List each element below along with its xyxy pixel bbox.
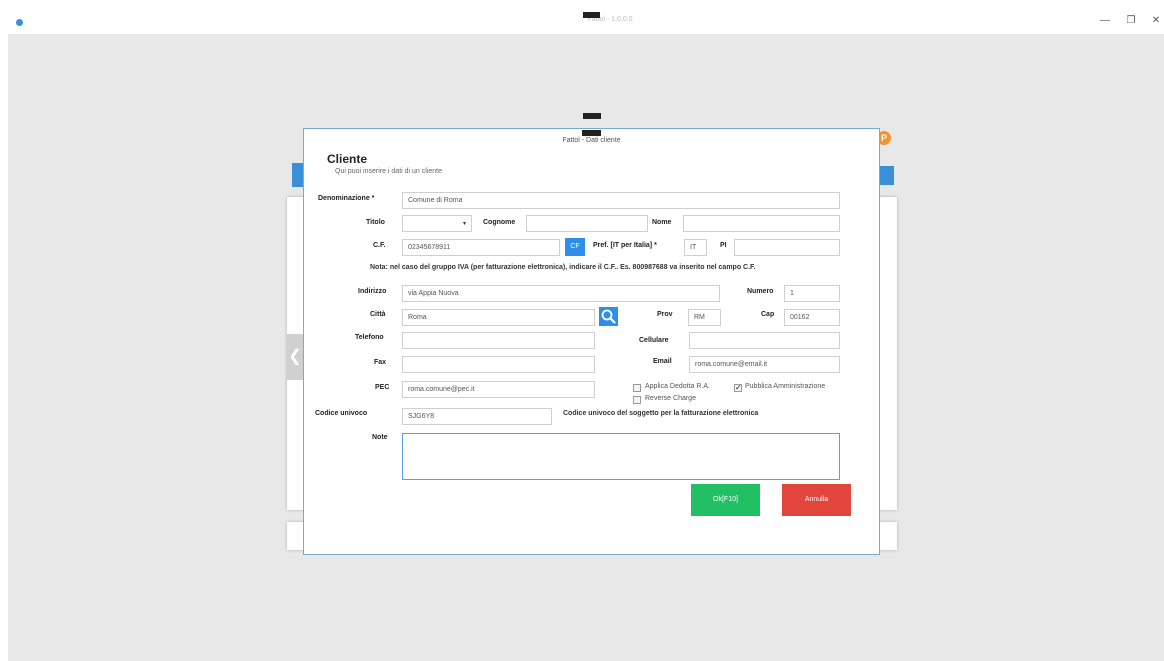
app-icon [16,19,23,26]
titolo-select[interactable]: ▾ [402,215,472,232]
reverse-charge-label: Reverse Charge [645,395,696,402]
cap-label: Cap [761,311,775,318]
indirizzo-label: Indirizzo [358,288,387,295]
page-subtitle: Qui puoi inserire i dati di un cliente [335,168,443,175]
minimize-button[interactable]: — [1095,13,1115,29]
cellulare-label: Cellulare [639,337,669,344]
window-title: Fattol - 1.0.0.0 [587,16,633,23]
redaction-mark [583,113,601,119]
pubblica-amministrazione-label: Pubblica Amministrazione [745,383,826,390]
dialog-title: Fattol - Dati cliente [562,137,621,144]
telefono-input[interactable] [402,332,595,349]
pref-label: Pref. [IT per Italia] * [593,242,657,249]
pec-label: PEC [375,384,390,391]
reverse-charge-checkbox[interactable] [633,396,641,404]
background-tab [880,166,894,185]
cf-button[interactable]: CF [565,238,585,256]
cf-label: C.F. [373,242,386,249]
numero-input[interactable] [784,285,840,302]
redaction-mark [583,12,600,18]
page-title: Cliente [327,152,368,166]
note-label: Note [372,434,388,441]
pi-label: PI [720,242,727,249]
ok-button[interactable]: Ok[F10] [691,484,760,516]
cap-input[interactable] [784,309,840,326]
denominazione-input[interactable] [402,192,840,209]
close-button[interactable]: ✕ [1146,13,1164,29]
note-textarea[interactable] [402,433,840,480]
cognome-label: Cognome [483,219,516,226]
dropdown-arrow-icon: ▾ [462,221,466,227]
indirizzo-input[interactable] [402,285,720,302]
restore-button[interactable]: ❐ [1121,13,1141,29]
search-icon [601,309,616,324]
redaction-mark [582,130,601,136]
numero-label: Numero [747,288,774,295]
search-button[interactable] [599,307,618,326]
email-input[interactable] [689,356,840,373]
telefono-label: Telefono [355,334,384,341]
client-dialog: Fattol - Dati cliente Cliente Qui puoi i… [303,128,880,555]
prov-input[interactable] [688,309,721,326]
app-window: Fattol - 1.0.0.0 — ❐ ✕ ❮ P Fattol - Dati… [0,0,1164,661]
pec-input[interactable] [402,381,595,398]
titolo-label: Titolo [366,219,385,226]
codice-univoco-hint: Codice univoco del soggetto per la fattu… [563,410,759,417]
codice-univoco-label: Codice univoco [315,410,368,417]
codice-univoco-input[interactable] [402,408,552,425]
applica-dedotta-checkbox[interactable] [633,384,641,392]
annulla-button[interactable]: Annulla [782,484,851,516]
citta-input[interactable] [402,309,595,326]
cf-input[interactable] [402,239,560,256]
email-label: Email [653,358,672,365]
pi-input[interactable] [734,239,840,256]
iva-note: Nota: nel caso del gruppo IVA (per fattu… [370,264,756,271]
citta-label: Città [370,311,386,318]
chevron-left-icon[interactable]: ❮ [287,334,303,380]
fax-input[interactable] [402,356,595,373]
nome-input[interactable] [683,215,840,232]
pref-input[interactable] [684,239,707,256]
denominazione-label: Denominazione * [318,195,375,202]
nome-label: Nome [652,219,672,226]
cellulare-input[interactable] [689,332,840,349]
applica-dedotta-label: Applica Dedotta R.A. [645,383,710,390]
prov-label: Prov [657,311,673,318]
fax-label: Fax [374,359,387,366]
cognome-input[interactable] [526,215,648,232]
pubblica-amministrazione-checkbox[interactable]: ✓ [734,384,742,392]
